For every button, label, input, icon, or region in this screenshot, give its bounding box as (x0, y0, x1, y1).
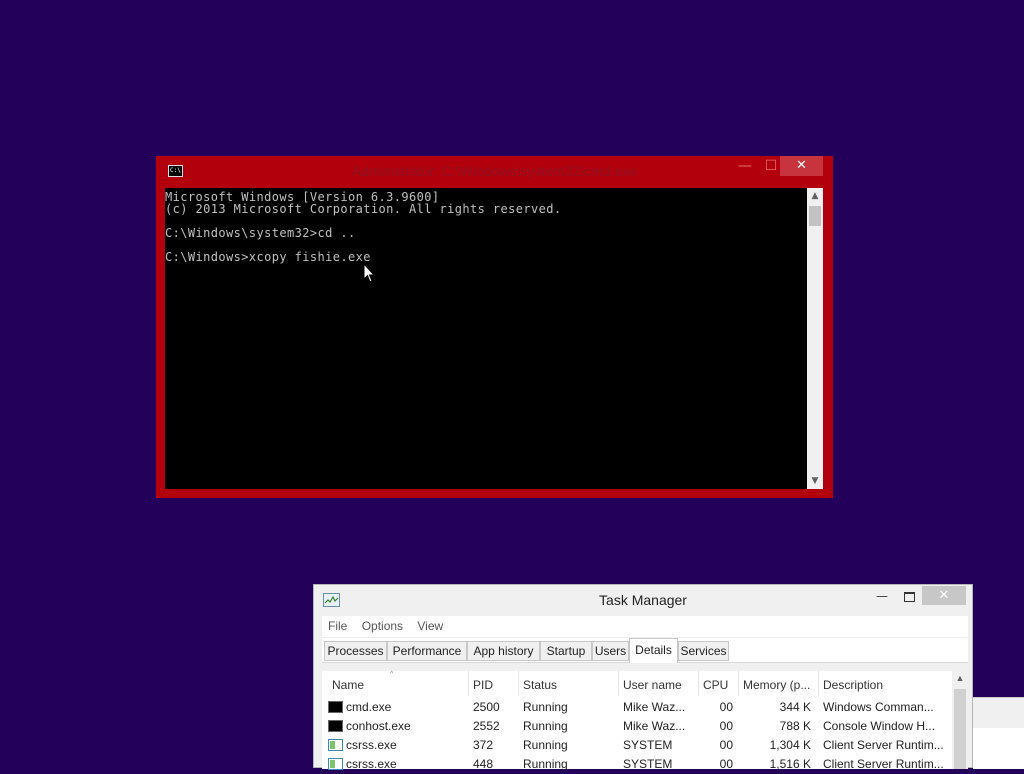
menu-options[interactable]: Options (356, 616, 408, 633)
tab-processes[interactable]: Processes (324, 641, 387, 661)
cell-status: Running (523, 700, 568, 714)
cell-pid: 2500 (473, 700, 500, 714)
cell-status: Running (523, 757, 568, 771)
mouse-cursor-icon (363, 263, 376, 283)
tab-strip: Processes Performance App history Startu… (322, 638, 968, 663)
cmd-titlebar[interactable]: C:\ Administrator: C:\Windows\system32\c… (156, 156, 833, 188)
console-icon (328, 701, 343, 713)
table-row[interactable]: cmd.exe 2500 Running Mike Waz... 00 344 … (322, 698, 952, 717)
cell-user: SYSTEM (623, 738, 673, 752)
console-output: Microsoft Windows [Version 6.3.9600] (c)… (165, 190, 562, 264)
col-memory[interactable]: Memory (p... (739, 671, 819, 696)
console-area[interactable]: Microsoft Windows [Version 6.3.9600] (c)… (165, 188, 807, 489)
cell-description: Windows Comman... (823, 700, 934, 714)
tab-details[interactable]: Details (629, 638, 678, 663)
tab-startup[interactable]: Startup (540, 641, 592, 661)
scroll-thumb[interactable] (809, 206, 821, 226)
tab-app-history[interactable]: App history (467, 641, 540, 661)
col-user-name[interactable]: User name (619, 671, 699, 696)
table-row[interactable]: conhost.exe 2552 Running Mike Waz... 00 … (322, 717, 952, 736)
cell-memory: 1,304 K (769, 738, 811, 752)
cell-name: csrss.exe (346, 738, 397, 752)
col-pid[interactable]: PID (469, 671, 519, 696)
maximize-icon (903, 592, 915, 602)
cell-cpu: 00 (719, 700, 733, 714)
tab-users[interactable]: Users (592, 641, 629, 661)
col-status[interactable]: Status (519, 671, 619, 696)
cell-status: Running (523, 738, 568, 752)
cell-cpu: 00 (719, 738, 733, 752)
col-name[interactable]: Name (322, 671, 469, 696)
cell-cpu: 00 (719, 757, 733, 771)
tab-performance[interactable]: Performance (387, 641, 467, 661)
col-description[interactable]: Description (819, 671, 952, 696)
cell-description: Client Server Runtim... (823, 738, 944, 752)
close-button[interactable]: ✕ (780, 156, 823, 176)
console-icon (328, 720, 343, 732)
minimize-button[interactable]: — (872, 589, 892, 605)
cell-name: cmd.exe (346, 700, 392, 714)
table-scrollbar[interactable]: ▲ (952, 671, 968, 769)
background-window[interactable] (973, 697, 1024, 769)
cell-description: Console Window H... (823, 719, 936, 733)
cell-user: Mike Waz... (623, 719, 686, 733)
background-window-titlebar (973, 698, 1024, 728)
scroll-up-arrow-icon[interactable]: ▲ (952, 673, 968, 683)
window-app-icon (328, 739, 343, 751)
table-row[interactable]: csrss.exe 448 Running SYSTEM 00 1,516 K … (322, 755, 952, 774)
maximize-button[interactable] (899, 588, 919, 604)
tab-services[interactable]: Services (678, 641, 729, 661)
window-app-icon (328, 758, 343, 770)
minimize-button[interactable]: — (732, 156, 758, 176)
table-header: ^ Name PID Status User name CPU Memory (… (322, 671, 952, 696)
cell-pid: 2552 (473, 719, 500, 733)
tm-titlebar[interactable]: Task Manager — ✕ (314, 585, 972, 615)
cell-user: SYSTEM (623, 757, 673, 771)
menu-view[interactable]: View (411, 616, 448, 633)
task-manager-window[interactable]: Task Manager — ✕ File Options View Proce… (313, 584, 973, 771)
close-button[interactable]: ✕ (922, 586, 966, 605)
menu-file[interactable]: File (322, 616, 352, 633)
console-scrollbar[interactable]: ▲ ▼ (807, 188, 823, 489)
cell-memory: 1,516 K (769, 757, 811, 771)
cell-pid: 448 (473, 757, 494, 771)
scroll-thumb[interactable] (954, 689, 966, 769)
scroll-down-arrow-icon[interactable]: ▼ (807, 473, 823, 489)
cell-memory: 344 K (779, 700, 811, 714)
cell-status: Running (523, 719, 568, 733)
cell-name: conhost.exe (346, 719, 411, 733)
details-table: ^ Name PID Status User name CPU Memory (… (322, 671, 968, 771)
cell-name: csrss.exe (346, 757, 397, 771)
cell-description: Client Server Runtim... (823, 757, 944, 771)
cell-memory: 788 K (779, 719, 811, 733)
cell-user: Mike Waz... (623, 700, 686, 714)
cmd-window[interactable]: C:\ Administrator: C:\Windows\system32\c… (156, 156, 833, 498)
cell-cpu: 00 (719, 719, 733, 733)
scroll-up-arrow-icon[interactable]: ▲ (807, 188, 823, 204)
cell-pid: 372 (473, 738, 494, 752)
table-row[interactable]: csrss.exe 372 Running SYSTEM 00 1,304 K … (322, 736, 952, 755)
col-cpu[interactable]: CPU (699, 671, 739, 696)
menu-bar: File Options View (322, 616, 968, 637)
